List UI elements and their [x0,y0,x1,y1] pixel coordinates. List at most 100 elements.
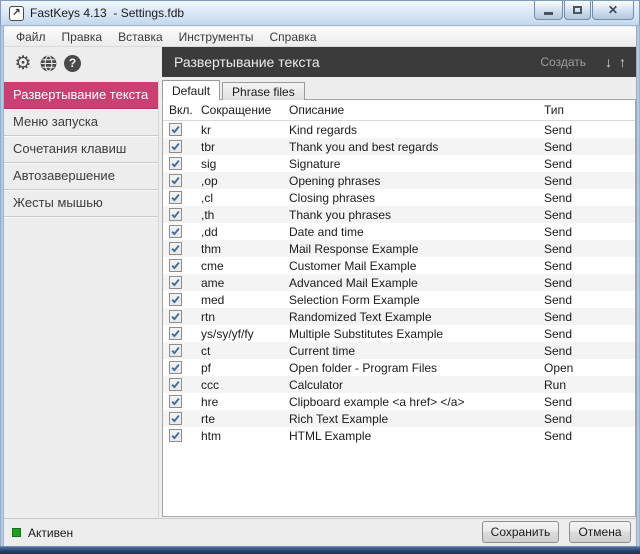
sidebar-item[interactable]: Развертывание текста [4,82,158,109]
row-cell-description: Advanced Mail Example [289,276,544,290]
row-cell-abbreviation: hre [201,395,289,409]
row-checkbox[interactable] [169,412,182,425]
menu-item[interactable]: Справка [262,27,325,47]
window-frame-right [636,26,640,546]
row-cell-type: Send [544,191,635,205]
row-checkbox[interactable] [169,123,182,136]
row-checkbox[interactable] [169,276,182,289]
menu-item[interactable]: Файл [8,27,54,47]
row-cell-enabled [163,395,201,408]
row-cell-enabled [163,361,201,374]
table-row[interactable]: ctCurrent timeSend [163,342,635,359]
row-checkbox[interactable] [169,429,182,442]
row-checkbox[interactable] [169,242,182,255]
table-row[interactable]: ,opOpening phrasesSend [163,172,635,189]
sidebar-item[interactable]: Сочетания клавиш [4,136,158,163]
save-button[interactable]: Сохранить [482,521,559,543]
sidebar-item[interactable]: Автозавершение [4,163,158,190]
row-cell-abbreviation: ,cl [201,191,289,205]
row-cell-type: Send [544,344,635,358]
menu-item[interactable]: Вставка [110,27,171,47]
row-checkbox[interactable] [169,395,182,408]
menu-item[interactable]: Правка [54,27,111,47]
sidebar: Развертывание текстаМеню запускаСочетани… [4,80,159,517]
section-title: Развертывание текста [174,54,540,70]
row-cell-abbreviation: med [201,293,289,307]
row-checkbox[interactable] [169,225,182,238]
create-link[interactable]: Создать [540,55,586,69]
language-globe-icon[interactable] [39,54,57,72]
row-checkbox[interactable] [169,157,182,170]
fastkeys-window: ↗ FastKeys 4.13 - Settings.fdb ✕ ФайлПра… [0,0,640,554]
column-header: Сокращение [201,103,289,117]
row-cell-abbreviation: ,th [201,208,289,222]
help-icon[interactable]: ? [64,55,81,72]
row-checkbox[interactable] [169,327,182,340]
move-down-icon[interactable]: ↓ [605,54,612,70]
row-cell-type: Send [544,395,635,409]
row-cell-description: Calculator [289,378,544,392]
row-checkbox[interactable] [169,361,182,374]
row-cell-description: Clipboard example <a href> </a> [289,395,544,409]
table-row[interactable]: cccCalculatorRun [163,376,635,393]
table-row[interactable]: tbrThank you and best regardsSend [163,138,635,155]
row-checkbox[interactable] [169,310,182,323]
settings-gear-icon[interactable]: ⚙ [14,54,32,72]
row-checkbox[interactable] [169,191,182,204]
row-cell-enabled [163,140,201,153]
row-cell-enabled [163,378,201,391]
maximize-icon [573,6,582,14]
table-row[interactable]: ys/sy/yf/fyMultiple Substitutes ExampleS… [163,325,635,342]
close-button[interactable]: ✕ [592,1,634,20]
row-checkbox[interactable] [169,208,182,221]
tab[interactable]: Default [162,80,220,100]
table-row[interactable]: ,clClosing phrasesSend [163,189,635,206]
table-row[interactable]: krKind regardsSend [163,121,635,138]
row-checkbox[interactable] [169,344,182,357]
table-row[interactable]: pfOpen folder - Program FilesOpen [163,359,635,376]
table-row[interactable]: cmeCustomer Mail ExampleSend [163,257,635,274]
sidebar-item[interactable]: Меню запуска [4,109,158,136]
row-checkbox[interactable] [169,259,182,272]
minimize-button[interactable] [534,1,563,20]
row-cell-type: Send [544,310,635,324]
row-cell-type: Send [544,157,635,171]
row-cell-type: Send [544,123,635,137]
table-row[interactable]: htmHTML ExampleSend [163,427,635,444]
table-row[interactable]: ,thThank you phrasesSend [163,206,635,223]
maximize-button[interactable] [564,1,591,20]
row-cell-abbreviation: ccc [201,378,289,392]
row-cell-type: Send [544,174,635,188]
table-row[interactable]: sigSignatureSend [163,155,635,172]
table-row[interactable]: ameAdvanced Mail ExampleSend [163,274,635,291]
row-checkbox[interactable] [169,378,182,391]
row-cell-abbreviation: tbr [201,140,289,154]
table-row[interactable]: hreClipboard example <a href> </a>Send [163,393,635,410]
row-cell-type: Send [544,225,635,239]
row-cell-abbreviation: pf [201,361,289,375]
row-cell-type: Send [544,259,635,273]
toolbar: ⚙? [4,47,162,79]
row-cell-enabled [163,276,201,289]
cancel-button[interactable]: Отмена [569,521,631,543]
row-cell-type: Run [544,378,635,392]
tab[interactable]: Phrase files [222,82,305,100]
sidebar-item[interactable]: Жесты мышью [4,190,158,217]
row-cell-enabled [163,174,201,187]
table-header: Вкл.СокращениеОписаниеТип [163,100,635,121]
table-row[interactable]: ,ddDate and timeSend [163,223,635,240]
move-up-icon[interactable]: ↑ [619,54,626,70]
table-row[interactable]: rteRich Text ExampleSend [163,410,635,427]
row-cell-description: Mail Response Example [289,242,544,256]
row-cell-type: Send [544,140,635,154]
table-row[interactable]: medSelection Form ExampleSend [163,291,635,308]
row-cell-enabled [163,259,201,272]
row-checkbox[interactable] [169,174,182,187]
table-row[interactable]: rtnRandomized Text ExampleSend [163,308,635,325]
table-row[interactable]: thmMail Response ExampleSend [163,240,635,257]
row-checkbox[interactable] [169,140,182,153]
minimize-icon [544,12,553,15]
row-cell-abbreviation: kr [201,123,289,137]
row-checkbox[interactable] [169,293,182,306]
menu-item[interactable]: Инструменты [171,27,262,47]
